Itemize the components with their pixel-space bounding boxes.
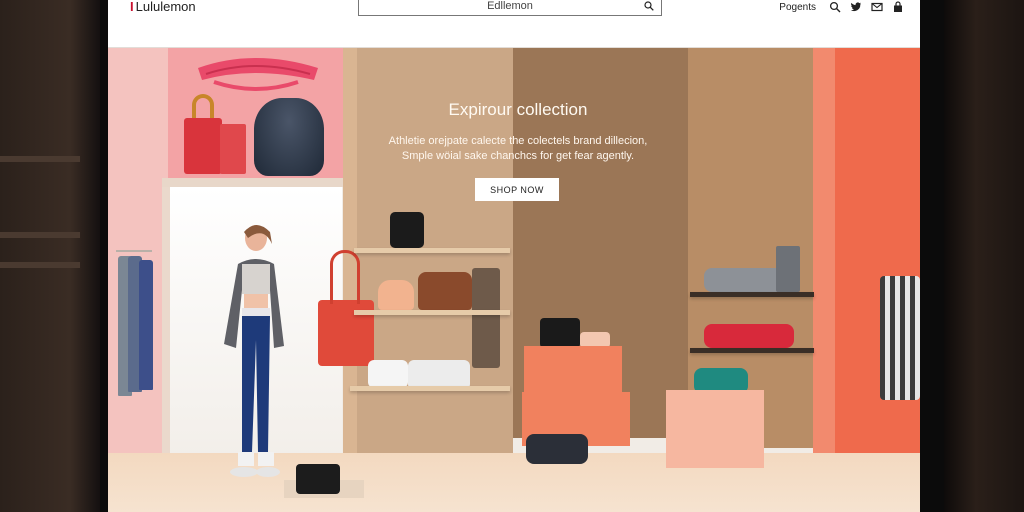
search-bar[interactable]: Edllemon xyxy=(358,0,662,16)
display-shelf xyxy=(350,386,510,391)
brand-logo-icon: Ɩ xyxy=(130,0,134,14)
bag-icon[interactable] xyxy=(892,1,904,13)
top-navbar: Ɩ Lululemon Edllemon Pogents xyxy=(108,0,920,48)
hero-description-line: Smple wöial sake chanchcs for get fear a… xyxy=(401,150,635,162)
red-sneakers xyxy=(704,324,794,348)
display-shelf xyxy=(354,310,510,315)
hanging-scarf xyxy=(472,268,500,368)
display-shelf xyxy=(354,248,510,253)
shop-now-button[interactable]: SHOP NOW xyxy=(475,178,559,201)
folded-jackets xyxy=(254,98,324,176)
patterned-handbag xyxy=(418,272,472,310)
browser-screen: Ɩ Lululemon Edllemon Pogents Expirour co… xyxy=(108,0,920,512)
black-bag xyxy=(540,318,580,348)
search-input[interactable]: Edllemon xyxy=(359,0,661,12)
plaid-shirt xyxy=(880,276,920,400)
display-shelf xyxy=(690,348,814,353)
wall-panel xyxy=(835,48,920,468)
wall-panel xyxy=(813,48,835,466)
background-wall xyxy=(944,0,1024,512)
brand-logo[interactable]: Ɩ Lululemon xyxy=(130,0,196,14)
search-icon[interactable] xyxy=(644,1,654,11)
black-backpack xyxy=(390,212,424,248)
black-handbag xyxy=(296,464,340,494)
red-bag xyxy=(220,124,246,174)
background-shelf xyxy=(0,232,80,238)
bag-handle xyxy=(192,94,214,118)
background-shelf xyxy=(0,156,80,162)
hero-description: Athletie orejpate calecte the colectels … xyxy=(370,134,666,164)
hero-description-line: Athletie orejpate calecte the colectels … xyxy=(388,135,648,147)
brand-name: Lululemon xyxy=(135,0,196,14)
dark-sneakers xyxy=(526,434,588,464)
display-shelf xyxy=(162,178,345,187)
display-shelf xyxy=(690,292,814,297)
pink-rope-product xyxy=(198,58,318,91)
grey-sneakers xyxy=(704,268,784,292)
bag-straps xyxy=(330,250,360,304)
alcove-frame xyxy=(162,187,170,467)
model-figure xyxy=(224,225,284,477)
red-tote-bag xyxy=(184,118,222,174)
folded-towels xyxy=(776,246,800,292)
white-sneakers xyxy=(368,360,408,388)
hero-banner: Expirour collection Athletie orejpate ca… xyxy=(108,48,920,512)
cap-product xyxy=(378,280,414,310)
twitter-icon[interactable] xyxy=(850,1,862,13)
search-icon[interactable] xyxy=(829,1,841,13)
background-shelf xyxy=(0,262,80,268)
mail-icon[interactable] xyxy=(871,1,883,13)
display-plinth xyxy=(524,346,622,396)
hanging-garment xyxy=(139,260,153,390)
display-plinth xyxy=(666,390,764,468)
background-store-interior xyxy=(0,0,100,512)
clothing-rail xyxy=(116,250,152,252)
hero-title: Expirour collection xyxy=(448,100,588,119)
nav-link-pogents[interactable]: Pogents xyxy=(779,2,816,13)
nav-links: Pogents xyxy=(779,0,904,14)
